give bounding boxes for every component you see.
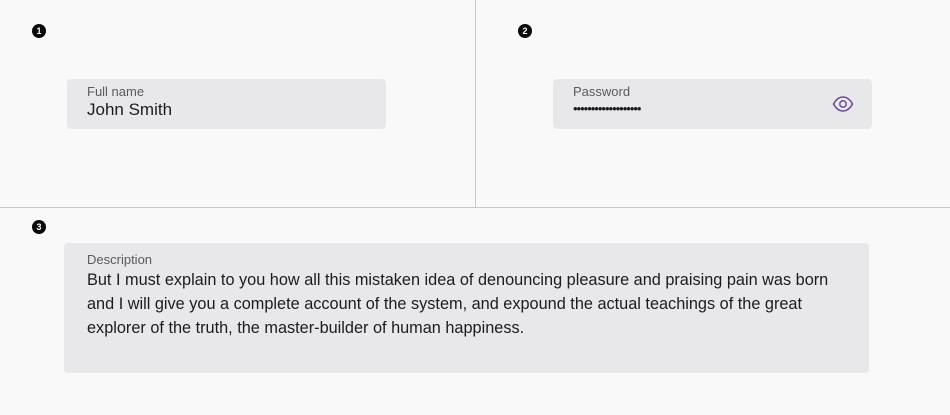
description-label: Description <box>87 252 153 267</box>
step-marker-2: 2 <box>518 24 532 38</box>
password-field[interactable]: Password ••••••••••••••••••• <box>553 79 872 129</box>
eye-icon <box>832 96 854 112</box>
horizontal-divider <box>0 207 950 208</box>
form-showcase: 1 Full name John Smith 2 Password ••••••… <box>0 0 950 415</box>
full-name-field[interactable]: Full name John Smith <box>67 79 386 129</box>
password-label: Password <box>573 84 631 99</box>
vertical-divider <box>475 0 476 207</box>
step-marker-3: 3 <box>32 220 46 234</box>
show-password-toggle[interactable] <box>832 93 854 115</box>
full-name-value[interactable]: John Smith <box>87 100 172 120</box>
step-marker-1: 1 <box>32 24 46 38</box>
password-value[interactable]: ••••••••••••••••••• <box>573 102 641 116</box>
description-value[interactable]: But I must explain to you how all this m… <box>87 268 847 340</box>
full-name-label: Full name <box>87 84 145 99</box>
description-field[interactable]: Description But I must explain to you ho… <box>64 243 869 373</box>
